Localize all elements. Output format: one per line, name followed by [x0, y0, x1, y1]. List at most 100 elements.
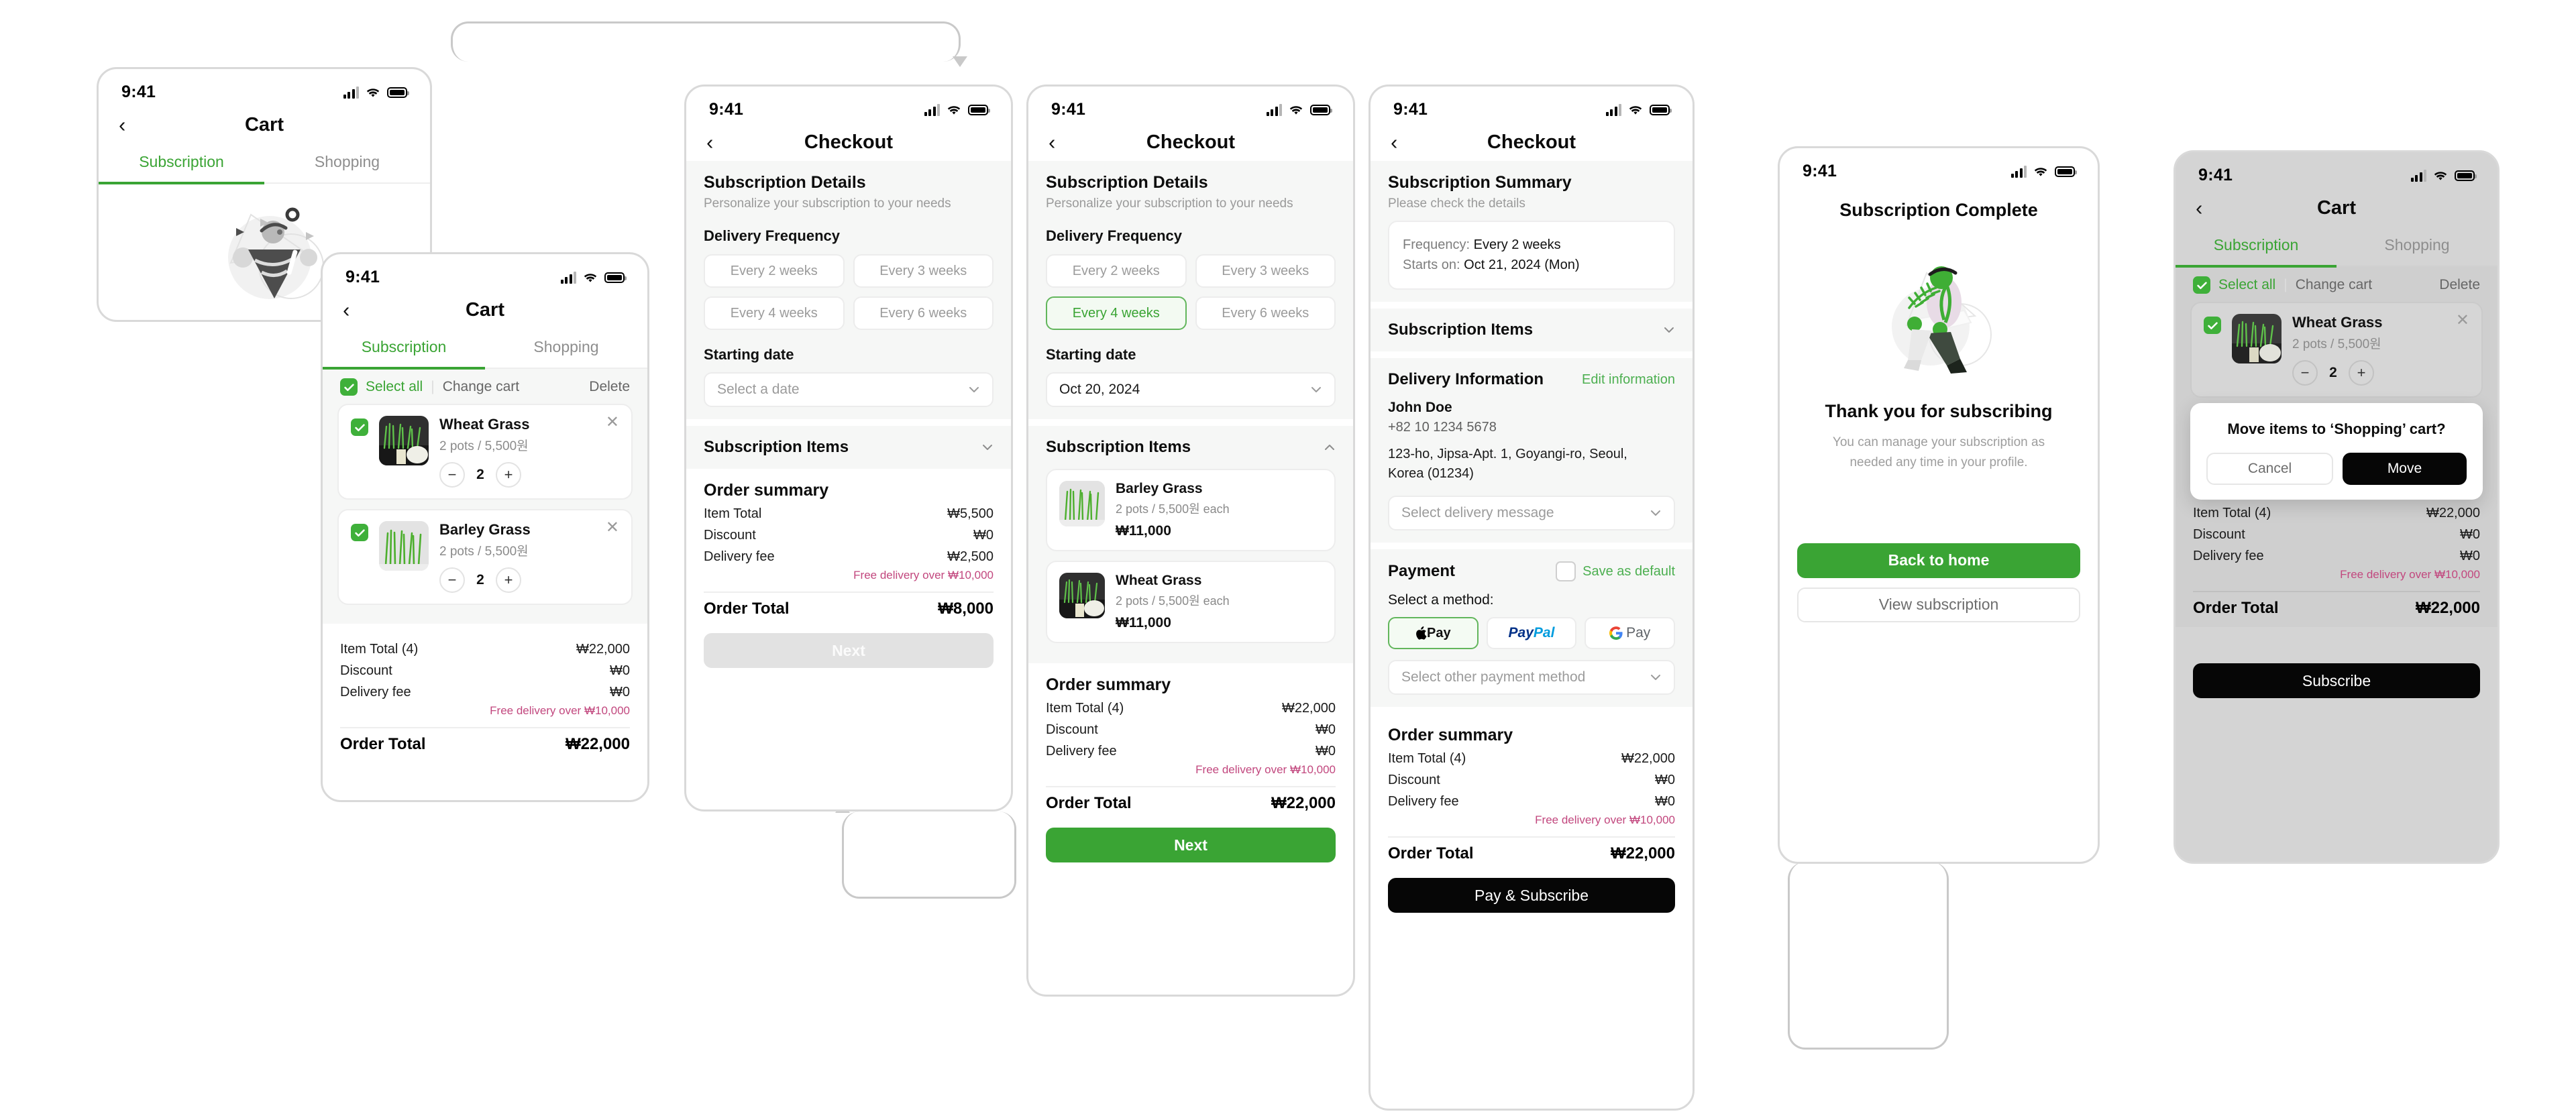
nav-bar: ‹ Cart: [99, 106, 430, 144]
starting-date-select[interactable]: Oct 20, 2024: [1046, 372, 1336, 407]
section-title: Subscription Summary: [1388, 173, 1572, 192]
frequency-option[interactable]: Every 3 weeks: [1195, 254, 1336, 288]
divider: |: [2284, 277, 2288, 292]
order-summary: Order summary Item Total (4) ₩22,000 Dis…: [1028, 663, 1353, 818]
frequency-option[interactable]: Every 3 weeks: [853, 254, 994, 288]
tab-shopping[interactable]: Shopping: [2337, 227, 2498, 266]
nav-bar: ‹ Cart: [2176, 189, 2498, 227]
edit-information-link[interactable]: Edit information: [1582, 372, 1675, 388]
summary-label: Delivery fee: [704, 549, 775, 564]
item-checkbox[interactable]: [351, 524, 368, 541]
summary-heading: Order summary: [704, 481, 829, 500]
section-title: Subscription Details: [704, 173, 866, 192]
subscription-details-section: Subscription Details Personalize your su…: [1028, 161, 1353, 419]
back-button[interactable]: ‹: [2196, 198, 2202, 219]
back-button[interactable]: ‹: [706, 132, 713, 153]
frequency-option[interactable]: Every 6 weeks: [853, 296, 994, 330]
wifi-icon: [366, 88, 380, 97]
back-to-home-button[interactable]: Back to home: [1797, 543, 2080, 578]
screen-checkout-summary: 9:41 ‹ Checkout Subscription Summary Ple…: [1368, 85, 1695, 1111]
tab-shopping[interactable]: Shopping: [485, 329, 647, 368]
back-button[interactable]: ‹: [1049, 132, 1055, 153]
screen-cart-move-modal: 9:41 ‹ Cart Subscription Shopping Select…: [2174, 150, 2500, 864]
complete-illustration-wrap: [1780, 241, 2098, 385]
remove-item-icon[interactable]: ✕: [606, 520, 619, 536]
summary-row: Delivery fee ₩0: [1046, 744, 1336, 759]
select-all-checkbox[interactable]: [340, 378, 358, 396]
summary-row: Item Total (4) ₩22,000: [2193, 506, 2480, 521]
pay-subscribe-wrap: Pay & Subscribe: [1371, 869, 1693, 928]
item-checkbox[interactable]: [2204, 317, 2221, 334]
status-icons: [560, 271, 627, 284]
subscribe-button[interactable]: Subscribe: [340, 801, 630, 802]
delete-button[interactable]: Delete: [2439, 277, 2480, 293]
item-name: Wheat Grass: [1116, 573, 1202, 588]
starting-date-select[interactable]: Select a date: [704, 372, 994, 407]
frequency-option[interactable]: Every 4 weeks: [704, 296, 845, 330]
move-button[interactable]: Move: [2343, 453, 2467, 485]
google-pay-button[interactable]: Pay: [1585, 617, 1675, 649]
wifi-icon: [947, 105, 961, 115]
quantity-value: 2: [476, 467, 484, 482]
subscription-items-accordion[interactable]: Subscription Items: [1371, 309, 1693, 351]
delete-button[interactable]: Delete: [589, 379, 630, 395]
back-button[interactable]: ‹: [1391, 132, 1397, 153]
next-button[interactable]: Next: [704, 633, 994, 668]
starting-date-label: Starting date: [704, 346, 794, 363]
page-title: Cart: [465, 298, 504, 321]
cellular-signal-icon: [2010, 165, 2027, 178]
cancel-button[interactable]: Cancel: [2206, 453, 2333, 485]
subscription-items-accordion[interactable]: Subscription Items: [1028, 426, 1353, 469]
frequency-option[interactable]: Every 2 weeks: [1046, 254, 1187, 288]
tab-subscription[interactable]: Subscription: [99, 144, 264, 184]
summary-value: ₩22,000: [1621, 751, 1675, 766]
save-as-default-row[interactable]: Save as default: [1556, 561, 1675, 581]
status-icons: [924, 103, 990, 116]
divider: [1028, 419, 1353, 426]
next-button[interactable]: Next: [1046, 828, 1336, 862]
delivery-information-section: Delivery Information Edit information Jo…: [1371, 358, 1693, 543]
select-all-checkbox[interactable]: [2193, 276, 2210, 294]
summary-label: Item Total: [704, 506, 762, 521]
frequency-option[interactable]: Every 2 weeks: [704, 254, 845, 288]
delivery-message-value: Select delivery message: [1401, 505, 1554, 520]
decrease-quantity-button[interactable]: −: [439, 567, 465, 593]
change-cart-button[interactable]: Change cart: [443, 379, 519, 395]
paypal-button[interactable]: PayPal: [1486, 617, 1577, 649]
tab-shopping[interactable]: Shopping: [264, 144, 430, 182]
status-bar: 9:41: [323, 254, 647, 291]
view-subscription-button[interactable]: View subscription: [1797, 587, 2080, 622]
summary-label: Discount: [704, 528, 756, 543]
item-detail: 2 pots / 5,500원: [2292, 337, 2381, 351]
divider: [1046, 786, 1336, 787]
increase-quantity-button[interactable]: +: [496, 462, 521, 488]
tab-subscription[interactable]: Subscription: [2176, 227, 2337, 268]
item-checkbox[interactable]: [351, 418, 368, 436]
back-button[interactable]: ‹: [343, 300, 350, 321]
change-cart-button[interactable]: Change cart: [2296, 277, 2372, 293]
other-payment-select[interactable]: Select other payment method: [1388, 660, 1675, 695]
apple-pay-button[interactable]: Pay: [1388, 617, 1479, 649]
person-with-plants-illustration: [1892, 266, 1992, 374]
increase-quantity-button[interactable]: +: [2349, 360, 2374, 386]
order-total-value: ₩22,000: [1271, 794, 1336, 812]
frequency-option-selected[interactable]: Every 4 weeks: [1046, 296, 1187, 330]
increase-quantity-button[interactable]: +: [496, 567, 521, 593]
chevron-down-icon: [1651, 675, 1660, 680]
remove-item-icon[interactable]: ✕: [2456, 313, 2469, 329]
delivery-message-select[interactable]: Select delivery message: [1388, 496, 1675, 530]
complete-title: Subscription Complete: [1839, 200, 2038, 220]
pay-and-subscribe-button[interactable]: Pay & Subscribe: [1388, 878, 1675, 913]
tab-subscription[interactable]: Subscription: [323, 329, 485, 370]
subscription-items-accordion[interactable]: Subscription Items: [686, 426, 1011, 469]
save-as-default-checkbox[interactable]: [1556, 561, 1576, 581]
remove-item-icon[interactable]: ✕: [606, 414, 619, 431]
delivery-address-line-2: Korea (01234): [1388, 466, 1474, 481]
subscribe-button[interactable]: Subscribe: [2193, 663, 2480, 698]
back-button[interactable]: ‹: [119, 115, 125, 135]
google-logo-icon: [1609, 626, 1623, 640]
decrease-quantity-button[interactable]: −: [2292, 360, 2318, 386]
frequency-option[interactable]: Every 6 weeks: [1195, 296, 1336, 330]
subscription-summary-section: Subscription Summary Please check the de…: [1371, 161, 1693, 302]
decrease-quantity-button[interactable]: −: [439, 462, 465, 488]
